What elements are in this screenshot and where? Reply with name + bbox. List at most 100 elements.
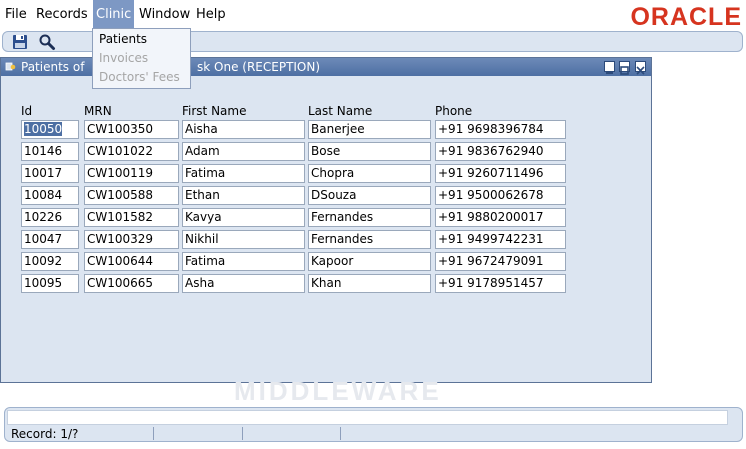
- cell-value: 10092: [24, 254, 63, 268]
- mrn-cell[interactable]: CW100329: [84, 230, 179, 249]
- cell-value: CW100588: [87, 188, 154, 202]
- phone-cell[interactable]: +91 9672479091: [435, 252, 566, 271]
- last-name-cell[interactable]: Fernandes: [308, 230, 431, 249]
- cell-value: Adam: [185, 144, 220, 158]
- cell-value: +91 9178951457: [438, 276, 544, 290]
- cell-value: +91 9880200017: [438, 210, 544, 224]
- menu-bar: File Records Clinic Window Help ORACLE: [0, 0, 746, 31]
- first-name-cell[interactable]: Fatima: [182, 252, 305, 271]
- first-name-cell[interactable]: Nikhil: [182, 230, 305, 249]
- cell-value: 10084: [24, 188, 63, 202]
- last-name-cell[interactable]: Bose: [308, 142, 431, 161]
- phone-cell[interactable]: +91 9880200017: [435, 208, 566, 227]
- maximize-button[interactable]: [619, 61, 630, 75]
- menu-help[interactable]: Help: [193, 0, 229, 29]
- close-icon: [636, 66, 645, 75]
- menu-item-doctors-fees: Doctors' Fees: [99, 70, 180, 84]
- menu-window[interactable]: Window: [136, 0, 193, 29]
- mrn-cell[interactable]: CW100665: [84, 274, 179, 293]
- menu-item-invoices: Invoices: [99, 51, 149, 65]
- save-button[interactable]: [11, 33, 29, 51]
- menu-file[interactable]: File: [2, 0, 30, 29]
- cell-value: CW100350: [87, 122, 154, 136]
- id-cell[interactable]: 10017: [21, 164, 79, 183]
- middleware-watermark: MIDDLEWARE: [234, 376, 442, 406]
- cell-value: Nikhil: [185, 232, 219, 246]
- record-indicator: Record: 1/?: [11, 427, 79, 441]
- close-button[interactable]: [635, 61, 646, 75]
- cell-value: Banerjee: [311, 122, 365, 136]
- patients-window: Patients of sk One (RECEPTION) Id MRN Fi…: [0, 57, 652, 383]
- cell-value: CW100644: [87, 254, 154, 268]
- id-cell[interactable]: 10226: [21, 208, 79, 227]
- mrn-cell[interactable]: CW101022: [84, 142, 179, 161]
- id-cell[interactable]: 10095: [21, 274, 79, 293]
- mrn-cell[interactable]: CW100644: [84, 252, 179, 271]
- status-bar: Record: 1/?: [4, 407, 743, 442]
- cell-value: +91 9698396784: [438, 122, 544, 136]
- status-divider: [242, 427, 243, 440]
- first-name-cell[interactable]: Aisha: [182, 120, 305, 139]
- menu-records[interactable]: Records: [33, 0, 91, 29]
- mrn-cell[interactable]: CW100119: [84, 164, 179, 183]
- mrn-cell[interactable]: CW101582: [84, 208, 179, 227]
- cell-value: Ethan: [185, 188, 220, 202]
- cell-value: 10017: [24, 166, 63, 180]
- phone-cell[interactable]: +91 9260711496: [435, 164, 566, 183]
- cell-value: Fatima: [185, 166, 226, 180]
- phone-cell[interactable]: +91 9499742231: [435, 230, 566, 249]
- last-name-cell[interactable]: Kapoor: [308, 252, 431, 271]
- last-name-cell[interactable]: DSouza: [308, 186, 431, 205]
- phone-cell[interactable]: +91 9500062678: [435, 186, 566, 205]
- first-name-cell[interactable]: Ethan: [182, 186, 305, 205]
- last-name-cell[interactable]: Chopra: [308, 164, 431, 183]
- last-name-cell[interactable]: Fernandes: [308, 208, 431, 227]
- column-header-mrn: MRN: [84, 104, 112, 118]
- id-cell[interactable]: 10047: [21, 230, 79, 249]
- cell-value: 10226: [24, 210, 63, 224]
- cell-value: Khan: [311, 276, 342, 290]
- cell-value: DSouza: [311, 188, 357, 202]
- cell-value: Fatima: [185, 254, 226, 268]
- phone-cell[interactable]: +91 9836762940: [435, 142, 566, 161]
- maximize-icon: [620, 66, 629, 75]
- status-divider: [340, 427, 341, 440]
- first-name-cell[interactable]: Fatima: [182, 164, 305, 183]
- cell-value: CW101022: [87, 144, 154, 158]
- last-name-cell[interactable]: Banerjee: [308, 120, 431, 139]
- phone-cell[interactable]: +91 9698396784: [435, 120, 566, 139]
- last-name-cell[interactable]: Khan: [308, 274, 431, 293]
- cell-value: Kavya: [185, 210, 222, 224]
- cell-value: 10146: [24, 144, 63, 158]
- floppy-disk-save-icon: [13, 35, 27, 49]
- minimize-button[interactable]: [604, 61, 615, 74]
- cell-value: Bose: [311, 144, 341, 158]
- cell-value: Kapoor: [311, 254, 354, 268]
- mrn-cell[interactable]: CW100588: [84, 186, 179, 205]
- cell-value: CW100665: [87, 276, 154, 290]
- magnifier-search-icon: [39, 34, 55, 50]
- id-cell[interactable]: 10146: [21, 142, 79, 161]
- cell-value: +91 9260711496: [438, 166, 544, 180]
- mrn-cell[interactable]: CW100350: [84, 120, 179, 139]
- id-cell[interactable]: 10084: [21, 186, 79, 205]
- menu-item-patients[interactable]: Patients: [99, 32, 147, 46]
- oracle-logo: ORACLE: [630, 3, 742, 31]
- cell-value: Fernandes: [311, 210, 374, 224]
- id-cell[interactable]: 10050: [21, 120, 79, 139]
- cell-value: +91 9836762940: [438, 144, 544, 158]
- window-title-left: Patients of: [21, 60, 85, 74]
- cell-value: Asha: [185, 276, 215, 290]
- cell-value: 10095: [24, 276, 63, 290]
- menu-clinic[interactable]: Clinic: [93, 0, 134, 29]
- first-name-cell[interactable]: Kavya: [182, 208, 305, 227]
- phone-cell[interactable]: +91 9178951457: [435, 274, 566, 293]
- first-name-cell[interactable]: Asha: [182, 274, 305, 293]
- first-name-cell[interactable]: Adam: [182, 142, 305, 161]
- search-button[interactable]: [38, 33, 56, 51]
- id-cell[interactable]: 10092: [21, 252, 79, 271]
- form-icon: [5, 62, 16, 71]
- column-header-phone: Phone: [435, 104, 473, 118]
- message-line: [7, 410, 728, 425]
- cell-value: +91 9672479091: [438, 254, 544, 268]
